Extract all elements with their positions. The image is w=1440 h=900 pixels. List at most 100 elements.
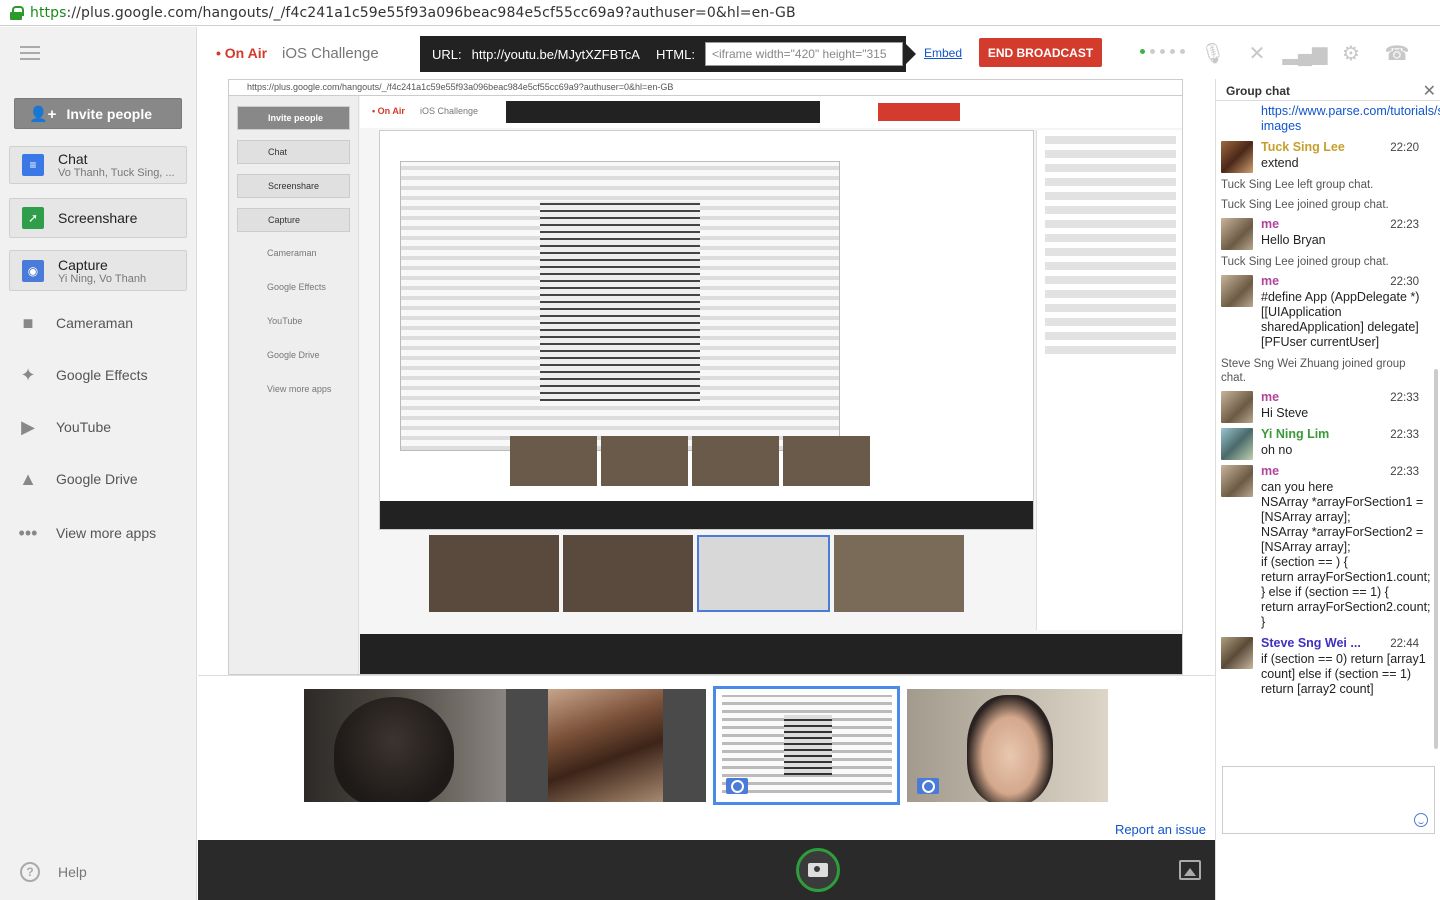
chat-timestamp: 22:33 — [1390, 466, 1419, 478]
participant-video — [967, 695, 1053, 802]
shared-sidebar-item: Chat — [237, 140, 350, 164]
shared-invite-button: Invite people — [237, 106, 350, 130]
hangout-title: iOS Challenge — [282, 45, 379, 62]
shared-sidebar-item: YouTube — [267, 316, 303, 326]
shared-sidebar-item: Screenshare — [237, 174, 350, 198]
avatar — [1221, 465, 1253, 497]
chat-timestamp: 22:33 — [1390, 392, 1419, 404]
invite-people-button[interactable]: 👤+ Invite people — [14, 98, 182, 129]
chat-message: me 22:33 Hi Steve — [1216, 388, 1440, 425]
capture-bottom-bar — [198, 840, 1215, 900]
chat-header: Group chat ✕ — [1216, 79, 1440, 101]
sidebar-item-capture[interactable]: ◉ Capture Yi Ning, Vo Thanh — [9, 250, 187, 291]
shared-toolbar: • On Air iOS Challenge — [360, 96, 1182, 128]
sidebar-item-sub: Yi Ning, Vo Thanh — [58, 272, 147, 285]
sidebar-item-cameraman[interactable]: ■ Cameraman — [14, 311, 133, 335]
shared-chat-panel — [1036, 130, 1182, 630]
chat-text: oh no — [1261, 443, 1293, 457]
chat-timestamp: 22:30 — [1390, 276, 1419, 288]
shared-on-air: • On Air — [372, 106, 405, 116]
shared-inner-stage — [379, 130, 1034, 530]
menu-icon[interactable] — [20, 46, 40, 60]
main-stage: https://plus.google.com/hangouts/_/f4c24… — [198, 79, 1215, 675]
photo-gallery-icon[interactable] — [1179, 860, 1201, 880]
sidebar-item-label: Capture — [58, 256, 108, 273]
participant-thumbnail[interactable] — [304, 689, 506, 802]
microphone-mute-icon[interactable]: 🎙 — [1200, 40, 1226, 66]
chat-message: me 22:33 can you here NSArray *arrayForSec… — [1216, 462, 1440, 634]
camera-badge-icon — [917, 778, 939, 794]
bandwidth-signal-icon[interactable]: ▂▄▆ — [1283, 40, 1328, 66]
broadcast-toolbar: • On Air iOS Challenge URL: http://youtu… — [198, 27, 1440, 79]
shared-sidebar-item: View more apps — [267, 384, 332, 394]
invite-people-label: Invite people — [66, 105, 153, 122]
chat-messages: https://www.parse.com/tutorials/saving-i… — [1216, 102, 1440, 764]
shared-sidebar-item: Cameraman — [267, 248, 317, 258]
camera-off-icon[interactable]: ✕ — [1244, 40, 1270, 66]
help-label: Help — [58, 864, 87, 880]
chat-message: Steve Sng Wei ... 22:44 if (section == 0) … — [1216, 634, 1440, 701]
close-icon[interactable]: ✕ — [1423, 81, 1436, 101]
chat-text: Hi Steve — [1261, 406, 1309, 420]
sidebar-item-label: Chat — [58, 151, 88, 167]
chat-scrollbar[interactable] — [1434, 369, 1438, 749]
group-chat-panel: Group chat ✕ https://www.parse.com/tutor… — [1215, 79, 1440, 900]
settings-gear-icon[interactable]: ⚙ — [1338, 40, 1364, 66]
youtube-url[interactable]: http://youtu.be/MJytXZFBTcA — [472, 47, 640, 62]
sidebar-item-chat[interactable]: ≡ Chat Vo Thanh, Tuck Sing, ... — [9, 146, 187, 184]
nested-screenshare-deep — [540, 201, 700, 401]
avatar — [1221, 428, 1253, 460]
shared-sidebar-item: Google Effects — [267, 282, 326, 292]
chat-text: if (section == 0) return [array1 count] … — [1261, 652, 1426, 696]
shared-sidebar: Invite people Chat Screenshare Capture C… — [229, 96, 359, 674]
screenshare-video: https://plus.google.com/hangouts/_/f4c24… — [228, 79, 1183, 675]
chat-message: Yi Ning Lim 22:33 oh no — [1216, 425, 1440, 462]
hang-up-icon[interactable]: ☎ — [1384, 40, 1410, 66]
embed-code-field[interactable]: <iframe width="420" height="315 — [704, 42, 903, 66]
chat-icon: ≡ — [22, 154, 44, 176]
chat-text: Hello Bryan — [1261, 233, 1326, 247]
nested-bottom-bar — [380, 501, 1033, 529]
sidebar-item-label: Screenshare — [58, 210, 138, 226]
shared-sidebar-item: Capture — [237, 208, 350, 232]
chat-message: me 22:23 Hello Bryan — [1216, 215, 1440, 252]
browser-url-bar[interactable]: https://plus.google.com/hangouts/_/f4c24… — [0, 0, 1440, 26]
sidebar-item-google-drive[interactable]: ▲ Google Drive — [14, 467, 138, 491]
url-label: URL: — [432, 46, 462, 62]
shared-sidebar-item: Google Drive — [267, 350, 320, 360]
chat-link[interactable]: https://www.parse.com/tutorials/saving-i… — [1216, 102, 1440, 138]
camera-icon: ◉ — [22, 259, 44, 282]
sidebar-item-label: View more apps — [56, 525, 157, 541]
sidebar-item-youtube[interactable]: ▶ YouTube — [14, 415, 111, 439]
participant-thumbnail[interactable] — [506, 689, 706, 802]
participant-thumbnail-selected[interactable] — [713, 686, 900, 805]
end-broadcast-button[interactable]: END BROADCAST — [979, 38, 1102, 67]
connection-status-dots — [1140, 49, 1185, 54]
sidebar-item-screenshare[interactable]: ➚ Screenshare — [9, 198, 187, 238]
chat-system-message: Tuck Sing Lee joined group chat. — [1221, 256, 1389, 268]
shared-title: iOS Challenge — [420, 106, 479, 116]
url-scheme: https — [30, 4, 67, 21]
chat-message: me 22:30 #define App (AppDelegate *)[[UIAp… — [1216, 272, 1440, 354]
participant-thumbnail[interactable] — [907, 689, 1108, 802]
url-text[interactable]: https://plus.google.com/hangouts/_/f4c24… — [30, 5, 796, 21]
emoji-icon[interactable] — [1414, 813, 1428, 827]
camera-icon — [808, 863, 828, 877]
chat-message: Tuck Sing Lee 22:20 extend — [1216, 138, 1440, 175]
help-link[interactable]: ? Help — [20, 862, 87, 882]
shared-url-panel — [506, 101, 820, 123]
snapshot-button[interactable] — [796, 848, 840, 892]
report-issue-link[interactable]: Report an issue — [1115, 822, 1206, 837]
broadcast-url-panel: URL: http://youtu.be/MJytXZFBTcA HTML: <… — [420, 36, 916, 72]
embed-link[interactable]: Embed — [924, 46, 962, 60]
url-path: ://plus.google.com/hangouts/_/f4c241a1c5… — [66, 4, 796, 21]
participant-video — [334, 697, 454, 802]
sidebar-item-google-effects[interactable]: ✦ Google Effects — [14, 363, 147, 387]
sidebar-item-sub: Vo Thanh, Tuck Sing, ... — [58, 167, 175, 179]
shared-bottom-bar — [360, 634, 1182, 674]
effects-icon: ✦ — [20, 364, 36, 385]
chat-message-input[interactable] — [1222, 766, 1435, 834]
chat-timestamp: 22:20 — [1390, 142, 1419, 154]
avatar — [1221, 218, 1253, 250]
sidebar-item-view-more-apps[interactable]: ••• View more apps — [14, 521, 157, 545]
